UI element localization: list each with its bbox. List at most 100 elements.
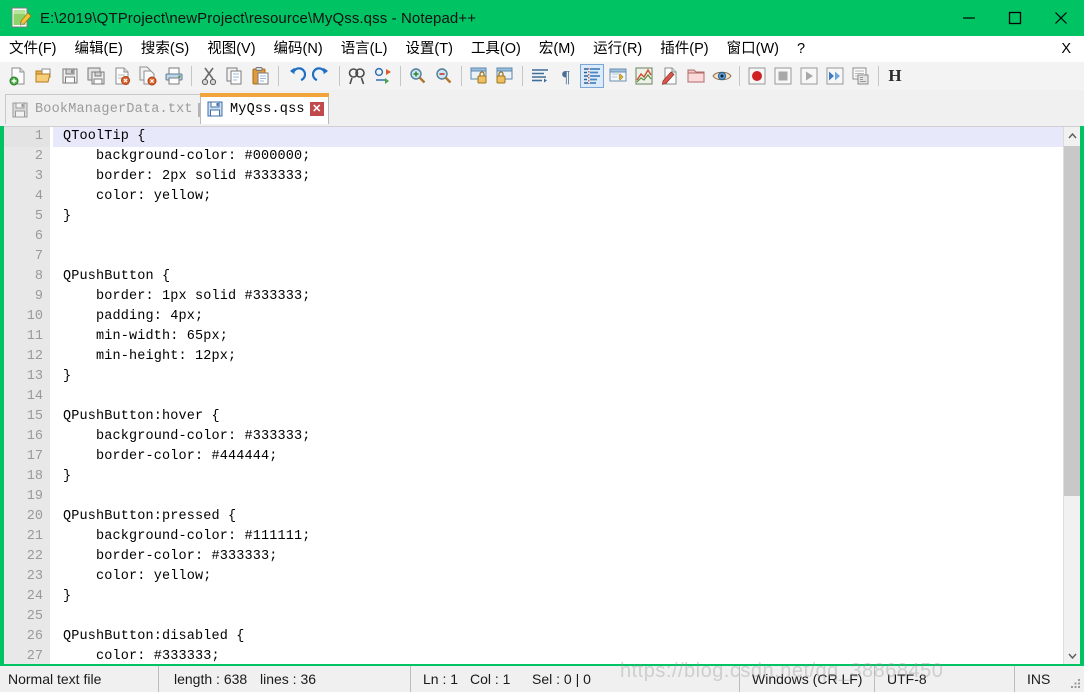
tab-close-icon[interactable]: ✕: [309, 102, 324, 116]
open-file-button[interactable]: [32, 64, 56, 88]
code-line[interactable]: 6: [4, 227, 1063, 247]
scroll-up-button[interactable]: [1064, 127, 1080, 144]
user-defined-language-button[interactable]: [606, 64, 630, 88]
code-line-text[interactable]: [53, 227, 1063, 247]
word-wrap-button[interactable]: [528, 64, 552, 88]
code-line-text[interactable]: }: [53, 367, 1063, 387]
menu-tools[interactable]: 工具(O): [463, 37, 529, 62]
code-line-text[interactable]: }: [53, 587, 1063, 607]
redo-button[interactable]: [310, 64, 334, 88]
code-line[interactable]: 14: [4, 387, 1063, 407]
resize-grip-icon[interactable]: [1069, 677, 1081, 689]
code-line-text[interactable]: QPushButton:pressed {: [53, 507, 1063, 527]
vertical-scrollbar[interactable]: [1063, 127, 1080, 664]
code-line-text[interactable]: [53, 607, 1063, 627]
menu-edit[interactable]: 编辑(E): [67, 37, 131, 62]
tab-myqss-qss[interactable]: MyQss.qss ✕: [200, 93, 329, 124]
menu-macro[interactable]: 宏(M): [531, 37, 583, 62]
code-line-text[interactable]: color: yellow;: [53, 187, 1063, 207]
new-file-button[interactable]: [6, 64, 30, 88]
menu-file[interactable]: 文件(F): [1, 37, 65, 62]
code-line-text[interactable]: [53, 247, 1063, 267]
code-line[interactable]: 10 padding: 4px;: [4, 307, 1063, 327]
code-line-text[interactable]: background-color: #111111;: [53, 527, 1063, 547]
code-line-text[interactable]: [53, 387, 1063, 407]
code-line-text[interactable]: background-color: #333333;: [53, 427, 1063, 447]
code-line[interactable]: 26 QPushButton:disabled {: [4, 627, 1063, 647]
folder-as-workspace-button[interactable]: [684, 64, 708, 88]
code-line[interactable]: 7: [4, 247, 1063, 267]
close-file-button[interactable]: [110, 64, 134, 88]
code-line[interactable]: 21 background-color: #111111;: [4, 527, 1063, 547]
minimize-button[interactable]: [946, 0, 992, 36]
copy-button[interactable]: [223, 64, 247, 88]
run-macro-multiple-button[interactable]: [823, 64, 847, 88]
code-line[interactable]: 3 border: 2px solid #333333;: [4, 167, 1063, 187]
code-line-text[interactable]: color: yellow;: [53, 567, 1063, 587]
code-line[interactable]: 9 border: 1px solid #333333;: [4, 287, 1063, 307]
close-all-files-button[interactable]: [136, 64, 160, 88]
menu-run[interactable]: 运行(R): [585, 37, 650, 62]
paste-button[interactable]: [249, 64, 273, 88]
zoom-in-button[interactable]: [406, 64, 430, 88]
code-line-text[interactable]: border: 2px solid #333333;: [53, 167, 1063, 187]
code-line[interactable]: 5}: [4, 207, 1063, 227]
code-line-text[interactable]: border-color: #444444;: [53, 447, 1063, 467]
menu-language[interactable]: 语言(L): [333, 37, 396, 62]
code-line-text[interactable]: }: [53, 207, 1063, 227]
hex-toggle-button[interactable]: H: [883, 64, 907, 88]
code-line[interactable]: 1 QToolTip {: [4, 127, 1063, 147]
sync-horizontal-scroll-button[interactable]: [493, 64, 517, 88]
code-line[interactable]: 25: [4, 607, 1063, 627]
code-line-text[interactable]: [53, 487, 1063, 507]
scroll-down-button[interactable]: [1064, 647, 1080, 664]
code-line[interactable]: 27 color: #333333;: [4, 647, 1063, 664]
find-button[interactable]: [345, 64, 369, 88]
code-line[interactable]: 18}: [4, 467, 1063, 487]
code-line-text[interactable]: min-height: 12px;: [53, 347, 1063, 367]
code-line[interactable]: 15 QPushButton:hover {: [4, 407, 1063, 427]
print-button[interactable]: [162, 64, 186, 88]
code-line-text[interactable]: QPushButton:disabled {: [53, 627, 1063, 647]
monitoring-button[interactable]: [710, 64, 734, 88]
close-document-button[interactable]: X: [1053, 38, 1084, 61]
tab-bookmanagerdata-txt[interactable]: BookManagerData.txt ✕: [5, 94, 217, 124]
code-line[interactable]: 19: [4, 487, 1063, 507]
code-line[interactable]: 23 color: yellow;: [4, 567, 1063, 587]
record-macro-button[interactable]: [745, 64, 769, 88]
menu-plugins[interactable]: 插件(P): [652, 37, 716, 62]
code-line-text[interactable]: min-width: 65px;: [53, 327, 1063, 347]
code-line-text[interactable]: background-color: #000000;: [53, 147, 1063, 167]
scrollbar-thumb[interactable]: [1064, 146, 1080, 496]
code-line-text[interactable]: QPushButton:hover {: [53, 407, 1063, 427]
play-macro-button[interactable]: [797, 64, 821, 88]
replace-button[interactable]: [371, 64, 395, 88]
code-line[interactable]: 24}: [4, 587, 1063, 607]
code-line[interactable]: 13}: [4, 367, 1063, 387]
code-line[interactable]: 12 min-height: 12px;: [4, 347, 1063, 367]
menu-window[interactable]: 窗口(W): [719, 37, 787, 62]
save-button[interactable]: [58, 64, 82, 88]
sync-vertical-scroll-button[interactable]: [467, 64, 491, 88]
code-line[interactable]: 17 border-color: #444444;: [4, 447, 1063, 467]
code-line-text[interactable]: border: 1px solid #333333;: [53, 287, 1063, 307]
code-line[interactable]: 16 background-color: #333333;: [4, 427, 1063, 447]
code-line-text[interactable]: QPushButton {: [53, 267, 1063, 287]
function-list-button[interactable]: [658, 64, 682, 88]
code-line-text[interactable]: border-color: #333333;: [53, 547, 1063, 567]
cut-button[interactable]: [197, 64, 221, 88]
stop-recording-button[interactable]: [771, 64, 795, 88]
code-line[interactable]: 8 QPushButton {: [4, 267, 1063, 287]
code-line[interactable]: 20 QPushButton:pressed {: [4, 507, 1063, 527]
code-line[interactable]: 2 background-color: #000000;: [4, 147, 1063, 167]
menu-view[interactable]: 视图(V): [199, 37, 263, 62]
code-line[interactable]: 11 min-width: 65px;: [4, 327, 1063, 347]
menu-search[interactable]: 搜索(S): [133, 37, 197, 62]
close-button[interactable]: [1038, 0, 1084, 36]
menu-help[interactable]: ?: [789, 37, 813, 62]
code-line-text[interactable]: QToolTip {: [53, 127, 1063, 147]
undo-button[interactable]: [284, 64, 308, 88]
show-all-characters-button[interactable]: ¶: [554, 64, 578, 88]
maximize-button[interactable]: [992, 0, 1038, 36]
save-macro-button[interactable]: [849, 64, 873, 88]
